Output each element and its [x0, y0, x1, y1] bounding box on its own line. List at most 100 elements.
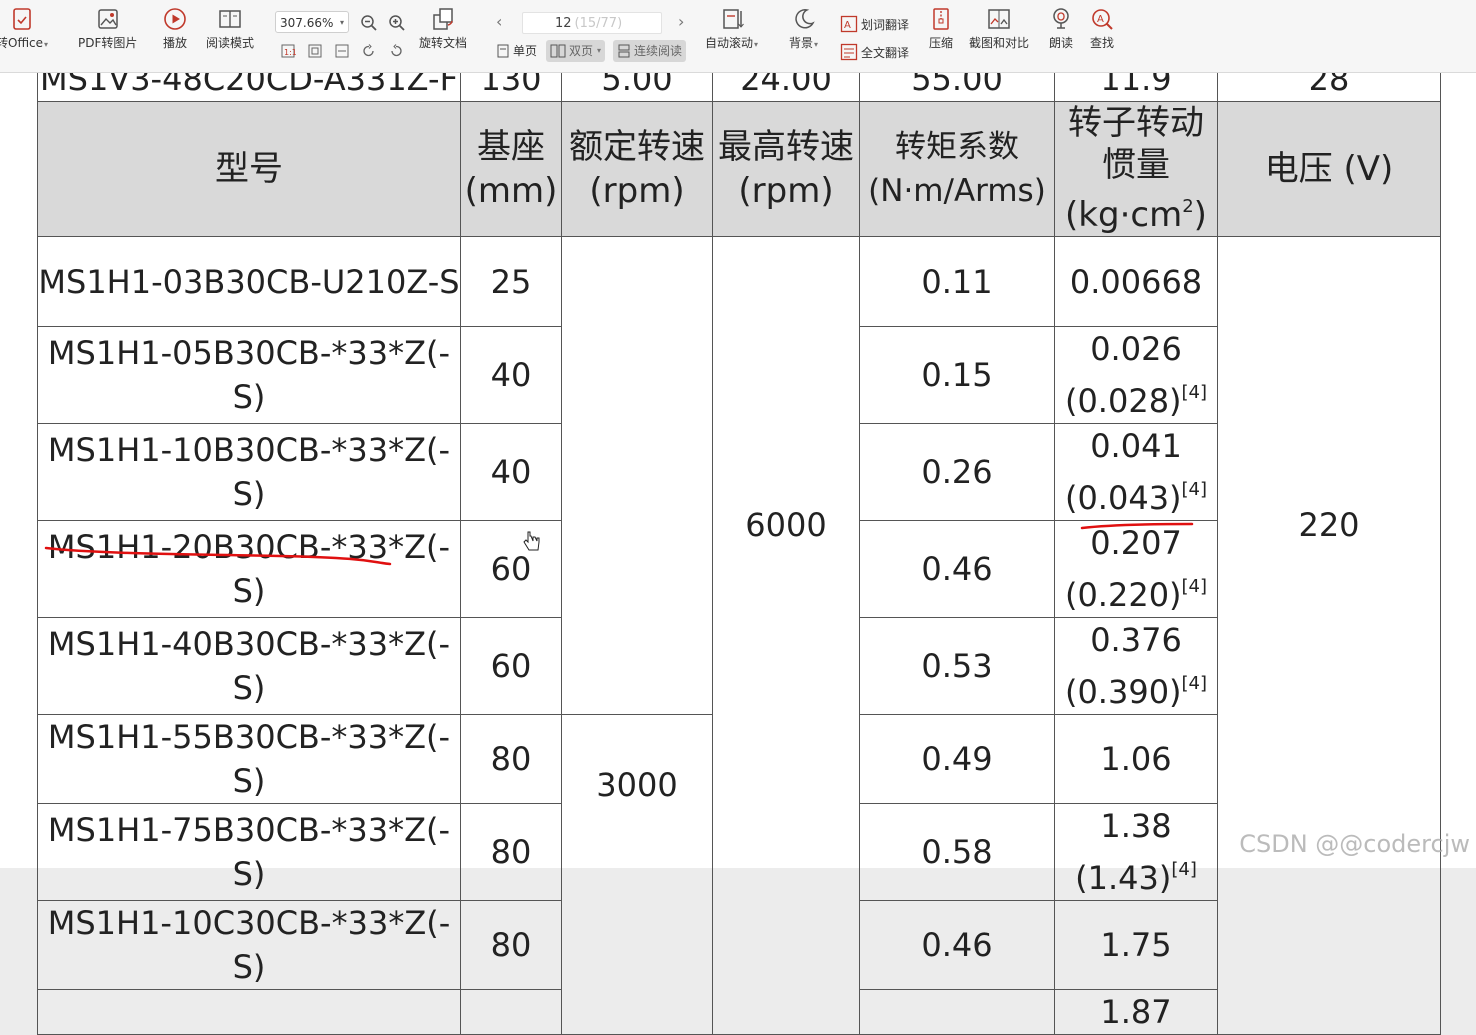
- base-cell: 60: [460, 520, 562, 618]
- single-page-button[interactable]: 单页: [492, 40, 541, 62]
- torque-cell: 0.26: [859, 423, 1055, 521]
- actual-size-icon[interactable]: 1:1: [280, 43, 296, 59]
- pdf-to-image-button[interactable]: PDF转图片: [78, 6, 137, 50]
- zoom-select[interactable]: 307.66% ▾: [275, 11, 349, 33]
- compress-icon: [933, 8, 949, 30]
- inertia-cell: 0.376 (0.390)[4]: [1054, 617, 1218, 715]
- continuous-reading-icon: [618, 44, 630, 58]
- torque-cell: 0.58: [859, 803, 1055, 901]
- rated-speed-merged-cell: 3000: [561, 714, 713, 1035]
- voltage-value: 220: [1298, 506, 1360, 544]
- base-cell: 25: [460, 236, 562, 327]
- reading-mode-icon: [219, 10, 241, 28]
- play-button[interactable]: 播放: [162, 6, 188, 50]
- model-cell: [37, 989, 461, 1035]
- header-inertia-line3: (kg·cm2): [1065, 195, 1207, 235]
- pdf-toolbar: 转Office▾ PDF转图片 播放 阅读模式 307.66% ▾ 1:1 旋转…: [0, 0, 1476, 73]
- torque-cell: 0.15: [859, 326, 1055, 424]
- auto-scroll-button[interactable]: 自动滚动▾: [705, 6, 758, 52]
- compress-button[interactable]: 压缩: [928, 6, 954, 50]
- base-cell: 40: [460, 423, 562, 521]
- prev-page-icon[interactable]: ‹: [496, 12, 502, 31]
- header-inertia-line1: 转子转动: [1068, 103, 1204, 143]
- max-speed-value: 6000: [745, 506, 827, 544]
- torque-cell: 0.11: [859, 236, 1055, 327]
- torque-cell: 0.46: [859, 900, 1055, 990]
- fit-page-icon[interactable]: [307, 43, 323, 59]
- screenshot-compare-button[interactable]: 截图和对比: [969, 6, 1029, 50]
- rotate-doc-button[interactable]: 旋转文档: [419, 6, 467, 50]
- find-icon: A: [1092, 9, 1113, 30]
- next-page-icon[interactable]: ›: [678, 12, 684, 31]
- header-base-line1: 基座: [477, 127, 545, 167]
- inertia-alt-value: (0.028): [1064, 382, 1182, 420]
- zoom-in-icon[interactable]: [388, 14, 406, 32]
- inertia-cell: 1.87: [1054, 989, 1218, 1035]
- continuous-reading-button[interactable]: 连续阅读: [613, 40, 687, 62]
- footnote-ref: [4]: [1171, 859, 1197, 880]
- torque-cell: 0.49: [859, 714, 1055, 804]
- rotate-right-icon[interactable]: [388, 43, 404, 59]
- convert-office-icon: [13, 8, 31, 30]
- read-aloud-icon: [1053, 8, 1069, 29]
- inertia-alt-value: (0.390): [1064, 673, 1182, 711]
- fit-width-icon[interactable]: [334, 43, 350, 59]
- read-aloud-button[interactable]: 朗读: [1048, 6, 1074, 50]
- torque-cell: 0.53: [859, 617, 1055, 715]
- model-cell: MS1H1-03B30CB-U210Z-S: [37, 236, 461, 327]
- inertia-cell: 0.041 (0.043)[4]: [1054, 423, 1218, 521]
- word-translate-icon: A: [840, 15, 858, 33]
- spec-table: MS1V3-48C20CD-A331Z-F 130 5.00 24.00 55.…: [37, 56, 1441, 1035]
- header-torque: 转矩系数 (N·m/Arms): [859, 101, 1055, 237]
- torque-cell: [859, 989, 1055, 1035]
- moon-icon: [794, 9, 815, 29]
- find-button[interactable]: A 查找: [1089, 6, 1115, 50]
- reading-mode-button[interactable]: 阅读模式: [206, 6, 254, 50]
- auto-scroll-icon: [722, 9, 744, 29]
- single-page-icon: [497, 44, 509, 58]
- model-cell: MS1H1-55B30CB-*33*Z(-S): [37, 714, 461, 804]
- inertia-cell: 1.38 (1.43)[4]: [1054, 803, 1218, 901]
- header-max-line2: (rpm): [738, 171, 834, 211]
- chevron-down-icon: ▾: [339, 18, 344, 27]
- model-cell: MS1H1-05B30CB-*33*Z(-S): [37, 326, 461, 424]
- header-voltage: 电压 (V): [1217, 101, 1441, 237]
- header-inertia: 转子转动 惯量 (kg·cm2): [1054, 101, 1218, 237]
- full-translate-button[interactable]: 全文翻译: [840, 43, 909, 61]
- header-model: 型号: [37, 101, 461, 237]
- inertia-cell: 1.06: [1054, 714, 1218, 804]
- header-max-line1: 最高转速: [718, 127, 854, 167]
- hand-cursor-icon: [523, 531, 540, 551]
- inertia-value: 0.207: [1090, 524, 1182, 562]
- page-number-input[interactable]: 12 (15/77): [522, 12, 662, 34]
- double-page-icon: [550, 44, 566, 58]
- model-cell: MS1H1-75B30CB-*33*Z(-S): [37, 803, 461, 901]
- inertia-cell: 0.207 (0.220)[4]: [1054, 520, 1218, 618]
- base-cell: 60: [460, 617, 562, 715]
- model-cell: MS1H1-10C30CB-*33*Z(-S): [37, 900, 461, 990]
- document-page: MS1V3-48C20CD-A331Z-F 130 5.00 24.00 55.…: [0, 0, 1476, 1035]
- torque-cell: 0.46: [859, 520, 1055, 618]
- inertia-value: 0.026: [1090, 330, 1182, 368]
- rotate-left-icon[interactable]: [361, 43, 377, 59]
- table-header-row: 型号 基座 (mm) 额定转速 (rpm) 最高转速 (rpm) 转矩系数 (N…: [37, 101, 1441, 237]
- footnote-ref: [4]: [1181, 479, 1208, 500]
- inertia-alt-value: (0.043): [1064, 479, 1182, 517]
- word-translate-button[interactable]: A 划词翻译: [840, 15, 909, 33]
- play-icon: [164, 8, 186, 30]
- screenshot-compare-icon: [988, 9, 1010, 29]
- header-rated-speed: 额定转速 (rpm): [561, 101, 713, 237]
- base-cell: [460, 989, 562, 1035]
- rotate-doc-icon: [433, 8, 453, 30]
- background-button[interactable]: 背景▾: [789, 6, 818, 52]
- zoom-value: 307.66%: [280, 16, 334, 30]
- header-inertia-line2: 惯量: [1102, 145, 1170, 185]
- zoom-out-icon[interactable]: [360, 14, 378, 32]
- convert-office-button[interactable]: 转Office▾: [0, 6, 48, 52]
- double-page-button[interactable]: 双页 ▾: [546, 40, 606, 62]
- svg-text:A: A: [844, 20, 851, 31]
- pdf-to-image-icon: [97, 9, 118, 29]
- footnote-ref: [4]: [1181, 382, 1208, 403]
- voltage-merged-cell: 220: [1217, 236, 1441, 1035]
- footnote-ref: [4]: [1181, 576, 1208, 597]
